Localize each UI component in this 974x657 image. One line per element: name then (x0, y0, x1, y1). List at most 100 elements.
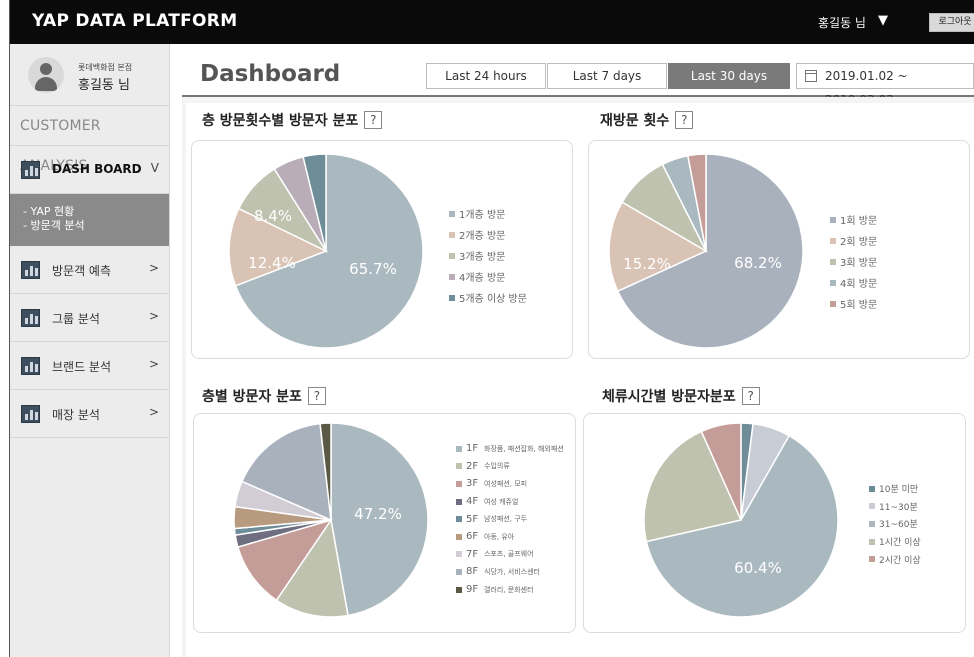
legend-label: 2개층 방문 (459, 231, 506, 242)
bar-chart-icon (21, 309, 40, 327)
legend-label: 식당가, 서비스센터 (484, 567, 540, 576)
page-title: Dashboard (200, 61, 341, 87)
panel-title-floor-distribution: 층별 방문자 분포? (202, 386, 326, 406)
legend-item: 9F 갤러리, 문화센터 (456, 581, 564, 599)
legend-revisits: 1회 방문 2회 방문 3회 방문 4회 방문 5회 방문 (830, 209, 877, 314)
data-label: 12.4% (248, 254, 296, 272)
panel-title-text: 층 방문횟수별 방문자 분포 (202, 113, 359, 129)
sidebar-item-label: 매장 분석 (52, 408, 100, 422)
panel-title-floor-visits: 층 방문횟수별 방문자 분포? (202, 110, 383, 130)
user-menu-caret-icon[interactable]: ▼ (878, 13, 888, 28)
sidebar-item-visitor-forecast[interactable]: 방문객 예측 > (10, 246, 169, 294)
sidebar-item-dashboard[interactable]: DASH BOARD V (10, 146, 169, 194)
panel-title-text: 체류시간별 방문자분포 (602, 389, 736, 405)
legend-label: 3회 방문 (840, 258, 878, 269)
legend-item: 10분 미만 (869, 480, 921, 498)
sidebar-item-label: DASH BOARD (52, 162, 142, 176)
user-name[interactable]: 홍길동 님 (818, 14, 866, 31)
date-range-picker[interactable]: 2019.01.02 ~ 2019.03.03 (796, 63, 974, 107)
legend-item: 4개층 방문 (449, 266, 527, 287)
panel-title-text: 재방문 횟수 (600, 113, 670, 129)
legend-floor: 6F (466, 531, 479, 543)
legend-label: 2시간 이상 (879, 555, 921, 566)
legend-item: 5회 방문 (830, 293, 877, 314)
legend-floor: 3F (466, 478, 479, 490)
legend-floor: 9F (466, 584, 479, 596)
help-icon[interactable]: ? (307, 387, 326, 405)
legend-label: 갤러리, 문화센터 (484, 585, 534, 594)
legend-label: 1시간 이상 (879, 538, 921, 549)
sidebar-item-brand-analysis[interactable]: 브랜드 분석 > (10, 342, 169, 390)
calendar-icon (805, 70, 817, 82)
sidebar-item-label: 그룹 분석 (52, 312, 100, 326)
legend-label: 남성패션, 구두 (484, 515, 528, 524)
help-icon[interactable]: ? (741, 387, 760, 405)
legend-floor: 7F (466, 548, 479, 560)
bar-chart-icon (21, 161, 40, 179)
logout-button[interactable]: 로그아웃 (929, 13, 974, 32)
panel-title-revisits: 재방문 횟수? (600, 110, 694, 130)
legend-item: 3개층 방문 (449, 245, 527, 266)
data-label: 15.2% (623, 255, 671, 273)
legend-item: 5개층 이상 방문 (449, 287, 527, 308)
chart-card-revisits: 68.2% 15.2% 1회 방문 2회 방문 3회 방문 4회 방문 5회 방… (588, 140, 970, 359)
legend-label: 2회 방문 (840, 237, 878, 248)
chevron-right-icon: > (148, 357, 159, 371)
chart-card-stay-time: 60.4% 10분 미만 11~30분 31~60분 1시간 이상 2시간 이상 (583, 413, 966, 633)
legend-label: 수입의류 (484, 462, 510, 471)
legend-item: 2F 수입의류 (456, 458, 564, 476)
legend-item: 5F 남성패션, 구두 (456, 510, 564, 528)
legend-floor: 5F (466, 513, 479, 525)
help-icon[interactable]: ? (364, 111, 383, 129)
legend-item: 1회 방문 (830, 209, 877, 230)
dashboard-header: Dashboard Last 24 hours Last 7 days Last… (182, 57, 974, 107)
tab-last-7-days[interactable]: Last 7 days (547, 63, 667, 89)
legend-floor-visits: 1개층 방문 2개층 방문 3개층 방문 4개층 방문 5개층 이상 방문 (449, 203, 527, 308)
legend-item: 1시간 이상 (869, 533, 921, 551)
section-title: CUSTOMER ANALYSIS (10, 106, 169, 174)
legend-label: 5개층 이상 방문 (459, 294, 527, 305)
legend-label: 여성패션, 모피 (484, 479, 528, 488)
legend-floor: 2F (466, 460, 479, 472)
chevron-down-icon: V (150, 161, 159, 175)
data-label: 47.2% (354, 505, 402, 523)
legend-label: 31~60분 (879, 520, 918, 531)
legend-item: 3F 여성패션, 모피 (456, 475, 564, 493)
legend-item: 3회 방문 (830, 251, 877, 272)
legend-label: 아동, 유아 (484, 532, 515, 541)
legend-label: 1개층 방문 (459, 210, 506, 221)
chevron-right-icon: > (148, 405, 159, 419)
sidebar-item-label: 브랜드 분석 (52, 360, 112, 374)
avatar-icon (28, 57, 64, 93)
legend-item: 2개층 방문 (449, 224, 527, 245)
legend-item: 2시간 이상 (869, 550, 921, 568)
submenu-item-yap-status[interactable]: - YAP 현황 (23, 205, 169, 219)
legend-label: 4개층 방문 (459, 273, 506, 284)
legend-item: 4F 여성 캐쥬얼 (456, 493, 564, 511)
legend-item: 2회 방문 (830, 230, 877, 251)
tab-last-30-days[interactable]: Last 30 days (668, 63, 790, 89)
legend-floor-distribution: 1F 화장품, 패션잡화, 해외패션 2F 수입의류 3F 여성패션, 모피 4F 여성… (456, 440, 564, 598)
legend-item: 1F 화장품, 패션잡화, 해외패션 (456, 440, 564, 458)
legend-item: 7F 스포츠, 골프웨어 (456, 546, 564, 564)
legend-item: 8F 식당가, 서비스센터 (456, 563, 564, 581)
legend-label: 3개층 방문 (459, 252, 506, 263)
help-icon[interactable]: ? (675, 111, 694, 129)
app-window: YAP DATA PLATFORM 홍길동 님 ▼ 로그아웃 롯데백화점 본점 … (0, 0, 974, 657)
legend-label: 5회 방문 (840, 300, 878, 311)
legend-item: 1개층 방문 (449, 203, 527, 224)
data-label: 65.7% (349, 260, 397, 278)
sidebar-item-group-analysis[interactable]: 그룹 분석 > (10, 294, 169, 342)
submenu-item-visitor-analysis[interactable]: - 방문객 분석 (23, 219, 169, 233)
tab-last-24-hours[interactable]: Last 24 hours (426, 63, 546, 89)
bar-chart-icon (21, 357, 40, 375)
sidebar-item-store-analysis[interactable]: 매장 분석 > (10, 390, 169, 438)
panel-title-stay-time: 체류시간별 방문자분포? (602, 386, 760, 406)
brand-logo: YAP DATA PLATFORM (32, 11, 238, 31)
chevron-right-icon: > (148, 261, 159, 275)
legend-item: 31~60분 (869, 515, 921, 533)
store-name: 롯데백화점 본점 (78, 63, 133, 72)
legend-item: 6F 아동, 유아 (456, 528, 564, 546)
dashboard-submenu: - YAP 현황 - 방문객 분석 (10, 194, 169, 246)
legend-label: 11~30분 (879, 502, 918, 513)
